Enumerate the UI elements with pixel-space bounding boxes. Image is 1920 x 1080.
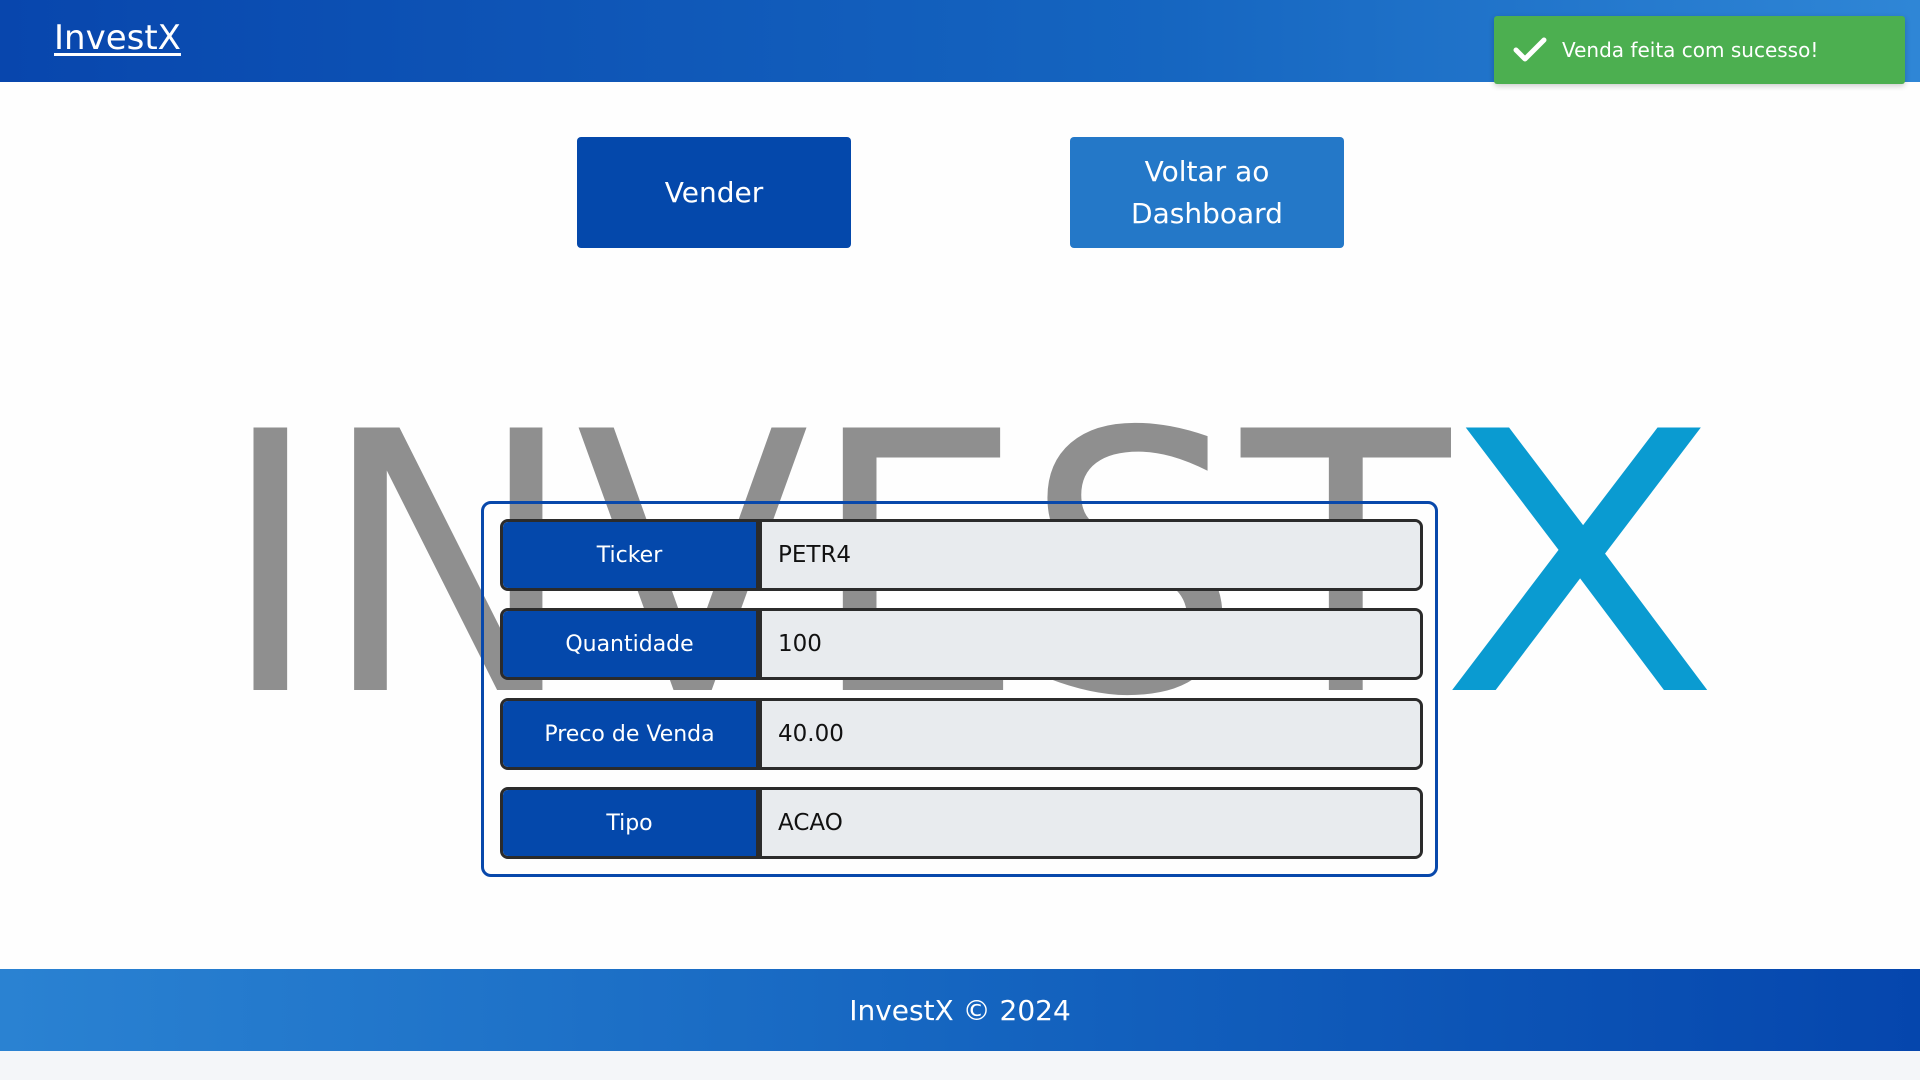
footer-text: InvestX © 2024 bbox=[849, 993, 1071, 1027]
page: InvestX Venda feita com sucesso! Vender … bbox=[0, 0, 1920, 1080]
back-to-dashboard-button[interactable]: Voltar ao Dashboard bbox=[1070, 137, 1344, 248]
type-label: Tipo bbox=[503, 790, 762, 856]
success-toast[interactable]: Venda feita com sucesso! bbox=[1494, 16, 1905, 84]
brand-link[interactable]: InvestX bbox=[54, 18, 181, 58]
sale-price-row: Preco de Venda 40.00 bbox=[500, 698, 1423, 770]
check-icon bbox=[1512, 32, 1548, 68]
quantity-label: Quantidade bbox=[503, 611, 762, 677]
toast-message: Venda feita com sucesso! bbox=[1562, 38, 1819, 62]
quantity-row: Quantidade 100 bbox=[500, 608, 1423, 680]
ticker-label: Ticker bbox=[503, 522, 762, 588]
sale-price-value: 40.00 bbox=[762, 701, 1420, 767]
ticker-row: Ticker PETR4 bbox=[500, 519, 1423, 591]
ticker-value: PETR4 bbox=[762, 522, 1420, 588]
type-row: Tipo ACAO bbox=[500, 787, 1423, 859]
type-value: ACAO bbox=[762, 790, 1420, 856]
watermark-accent-text: X bbox=[1440, 408, 1720, 708]
sale-details-card: Ticker PETR4 Quantidade 100 Preco de Ven… bbox=[481, 501, 1438, 877]
sale-price-label: Preco de Venda bbox=[503, 701, 762, 767]
footer: InvestX © 2024 bbox=[0, 969, 1920, 1051]
page-bottom-strip bbox=[0, 1051, 1920, 1080]
quantity-value: 100 bbox=[762, 611, 1420, 677]
sell-button[interactable]: Vender bbox=[577, 137, 851, 248]
